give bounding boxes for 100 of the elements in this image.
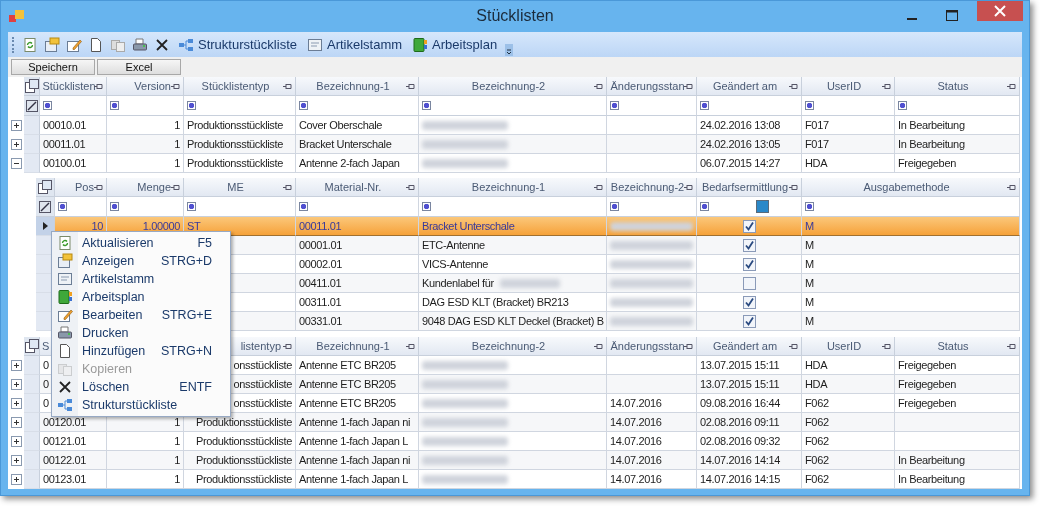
filter-field[interactable] — [697, 197, 802, 217]
column-chooser-icon[interactable] — [24, 79, 39, 93]
delete-icon[interactable] — [154, 36, 170, 53]
expand-toggle[interactable] — [10, 417, 22, 428]
pin-icon[interactable] — [283, 343, 292, 350]
filter-icon[interactable] — [299, 202, 308, 211]
column-header[interactable]: Status — [937, 80, 969, 92]
pin-icon[interactable] — [882, 343, 891, 350]
pin-icon[interactable] — [1007, 184, 1016, 191]
filter-icon[interactable] — [610, 202, 619, 211]
filter-clear-icon[interactable] — [25, 99, 38, 112]
filter-field[interactable] — [607, 197, 697, 217]
close-button[interactable] — [977, 1, 1023, 21]
menu-item[interactable]: Aktualisieren F5 — [52, 234, 230, 252]
expand-toggle[interactable] — [10, 139, 22, 150]
pin-icon[interactable] — [283, 83, 292, 90]
column-header[interactable]: ME — [227, 181, 244, 193]
expand-toggle[interactable] — [10, 158, 22, 169]
filter-field[interactable] — [296, 96, 419, 116]
action-button[interactable]: Excel — [97, 59, 181, 75]
refresh-icon[interactable] — [22, 36, 38, 53]
filter-field[interactable] — [802, 197, 1020, 217]
pin-icon[interactable] — [594, 184, 603, 191]
filter-field[interactable] — [55, 197, 107, 217]
pin-icon[interactable] — [789, 343, 798, 350]
toolbar-button[interactable]: Strukturstückliste — [176, 36, 299, 53]
filter-field[interactable] — [419, 197, 607, 217]
toolbar-button[interactable]: Artikelstamm — [305, 36, 405, 53]
filter-icon[interactable] — [898, 101, 907, 110]
filter-field[interactable] — [40, 96, 107, 116]
expand-toggle[interactable] — [10, 120, 22, 131]
pin-icon[interactable] — [406, 343, 415, 350]
filter-icon[interactable] — [805, 101, 814, 110]
window-icon[interactable] — [44, 36, 60, 53]
filter-field[interactable] — [184, 197, 296, 217]
pin-icon[interactable] — [171, 184, 180, 191]
action-button[interactable]: Speichern — [11, 59, 95, 75]
pin-icon[interactable] — [684, 83, 693, 90]
column-chooser-icon[interactable] — [38, 180, 52, 194]
expand-toggle[interactable] — [10, 379, 22, 390]
pin-icon[interactable] — [684, 184, 693, 191]
pin-icon[interactable] — [594, 83, 603, 90]
pin-icon[interactable] — [789, 83, 798, 90]
row-indicator[interactable] — [36, 217, 55, 236]
filter-icon[interactable] — [422, 202, 431, 211]
filter-icon[interactable] — [422, 101, 431, 110]
pin-icon[interactable] — [1007, 83, 1016, 90]
menu-item[interactable]: Artikelstamm — [52, 270, 230, 288]
expand-toggle[interactable] — [10, 436, 22, 447]
pin-icon[interactable] — [684, 343, 693, 350]
pin-icon[interactable] — [594, 343, 603, 350]
expand-toggle[interactable] — [10, 398, 22, 409]
expand-toggle[interactable] — [10, 360, 22, 371]
pin-icon[interactable] — [171, 83, 180, 90]
filter-field[interactable] — [697, 96, 802, 116]
filter-field[interactable] — [419, 96, 607, 116]
pin-icon[interactable] — [406, 83, 415, 90]
expand-toggle[interactable] — [10, 455, 22, 466]
filter-field[interactable] — [802, 96, 895, 116]
menu-item[interactable]: Anzeigen STRG+D — [52, 252, 230, 270]
filter-field[interactable] — [895, 96, 1020, 116]
filter-icon[interactable] — [58, 202, 67, 211]
pin-icon[interactable] — [882, 83, 891, 90]
filter-clear-icon[interactable] — [39, 200, 51, 213]
column-chooser-icon[interactable] — [24, 339, 39, 353]
overflow-icon[interactable] — [505, 44, 514, 56]
column-header[interactable]: Status — [937, 340, 969, 352]
filter-icon[interactable] — [110, 202, 119, 211]
filter-icon[interactable] — [110, 101, 119, 110]
pin-icon[interactable] — [1007, 343, 1016, 350]
filter-field[interactable] — [296, 197, 419, 217]
filter-icon[interactable] — [700, 202, 709, 211]
menu-item[interactable]: Drucken — [52, 324, 230, 342]
filter-icon[interactable] — [700, 101, 709, 110]
page-icon[interactable] — [88, 36, 104, 53]
checkbox[interactable] — [742, 257, 756, 271]
filter-icon[interactable] — [187, 101, 196, 110]
filter-icon[interactable] — [299, 101, 308, 110]
checkbox[interactable] — [742, 314, 756, 328]
menu-item[interactable]: Arbeitsplan — [52, 288, 230, 306]
column-header[interactable]: S — [42, 340, 50, 352]
filter-icon[interactable] — [610, 101, 619, 110]
expand-toggle[interactable] — [10, 474, 22, 485]
filter-field[interactable] — [607, 96, 697, 116]
pin-icon[interactable] — [406, 184, 415, 191]
toolbar-button[interactable]: Arbeitsplan — [410, 36, 500, 53]
checkbox[interactable] — [742, 219, 756, 233]
filter-icon[interactable] — [187, 202, 196, 211]
checkbox[interactable] — [742, 276, 756, 290]
filter-field[interactable] — [184, 96, 296, 116]
pin-icon[interactable] — [94, 83, 103, 90]
filter-icon[interactable] — [43, 101, 52, 110]
checkbox[interactable] — [742, 238, 756, 252]
pin-icon[interactable] — [283, 184, 292, 191]
checkbox[interactable] — [742, 295, 756, 309]
menu-item[interactable]: Bearbeiten STRG+E — [52, 306, 230, 324]
pin-icon[interactable] — [94, 184, 103, 191]
filter-icon[interactable] — [805, 202, 814, 211]
printer-icon[interactable] — [132, 36, 148, 53]
pin-icon[interactable] — [789, 184, 798, 191]
